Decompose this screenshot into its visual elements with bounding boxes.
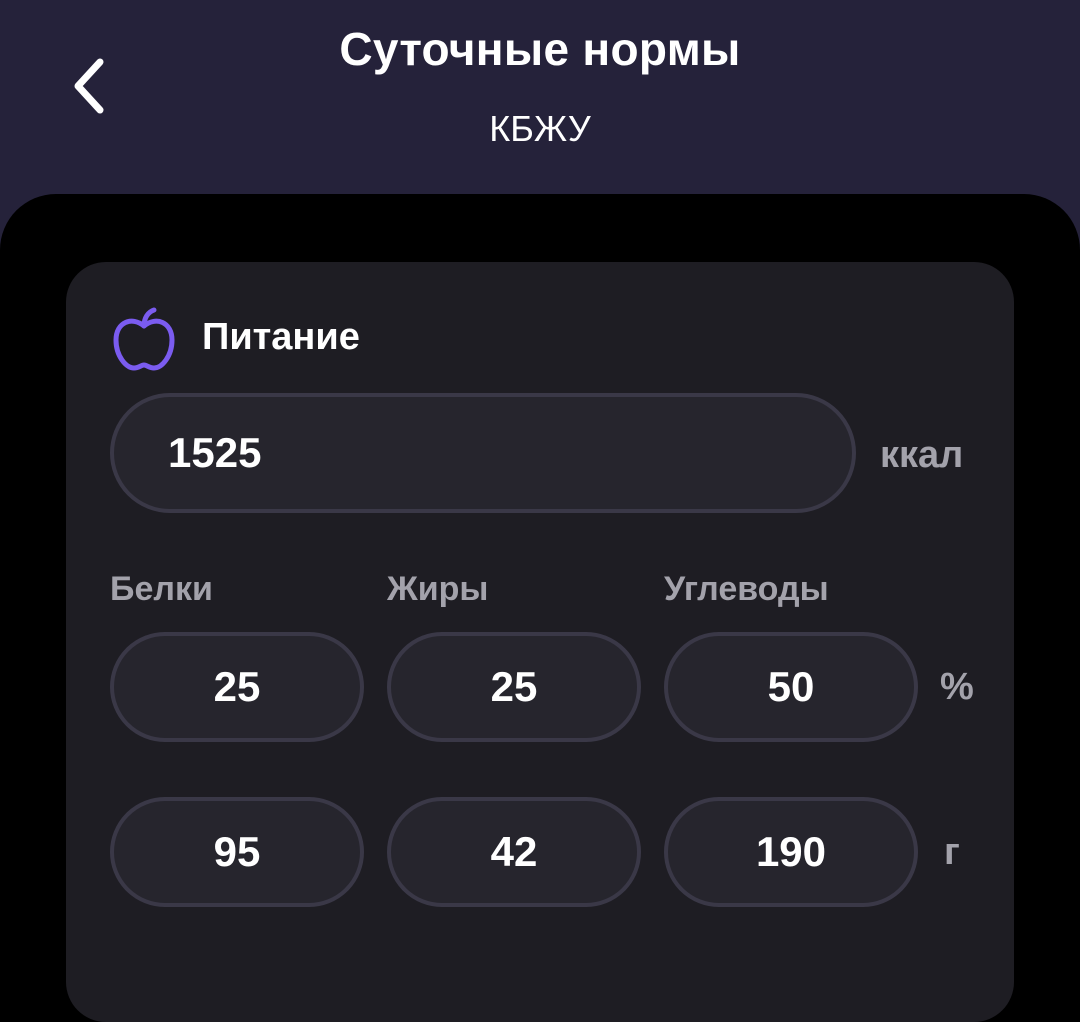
page-subtitle: КБЖУ <box>489 108 591 149</box>
calories-input[interactable]: 1525 <box>110 393 856 513</box>
fat-label: Жиры <box>387 570 489 608</box>
grams-unit: г <box>944 831 960 873</box>
page-title: Суточные нормы <box>339 23 741 75</box>
section-title: Питание <box>202 316 360 358</box>
carbs-label: Углеводы <box>664 570 829 608</box>
protein-grams-input[interactable]: 95 <box>110 797 364 907</box>
protein-label: Белки <box>110 570 213 608</box>
fat-grams-input[interactable]: 42 <box>387 797 641 907</box>
fat-percent-input[interactable]: 25 <box>387 632 641 742</box>
carbs-percent-input[interactable]: 50 <box>664 632 918 742</box>
protein-percent-input[interactable]: 25 <box>110 632 364 742</box>
apple-icon <box>113 307 175 371</box>
carbs-grams-input[interactable]: 190 <box>664 797 918 907</box>
calories-unit: ккал <box>880 434 964 476</box>
percent-unit: % <box>940 666 974 708</box>
